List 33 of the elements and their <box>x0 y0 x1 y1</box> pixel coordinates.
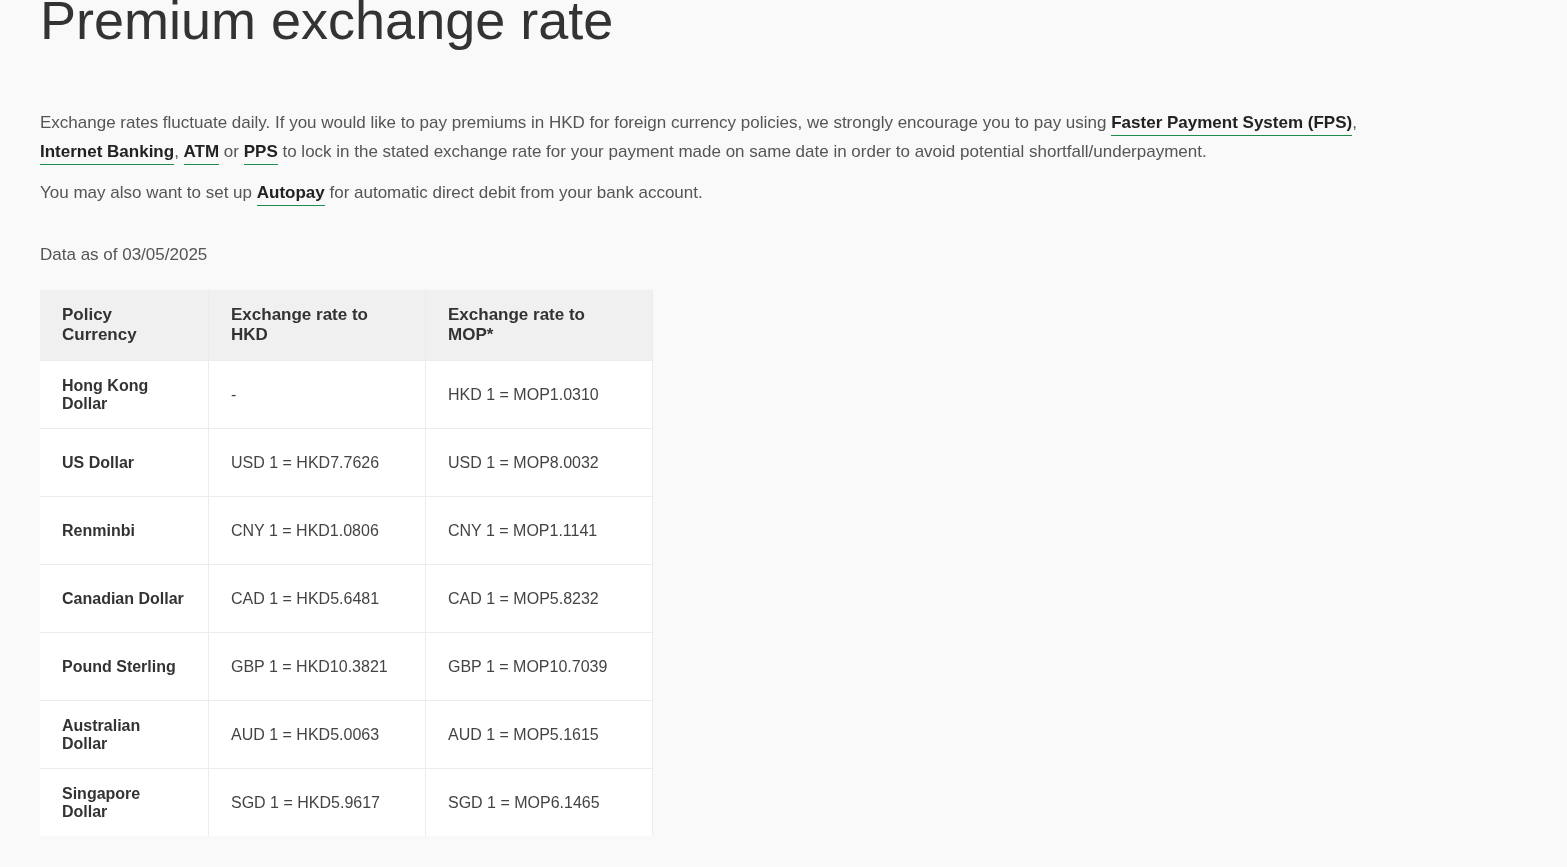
currency-name: Renminbi <box>40 496 209 565</box>
currency-name: US Dollar <box>40 428 209 497</box>
intro-paragraph: You may also want to set up Autopay for automatic direct debit from your bank account. <box>40 178 1460 207</box>
currency-name: Canadian Dollar <box>40 564 209 633</box>
rate-cell: USD 1 = HKD7.7626 <box>208 428 426 497</box>
rate-cell: CAD 1 = MOP5.8232 <box>425 564 653 633</box>
rate-cell: USD 1 = MOP8.0032 <box>425 428 653 497</box>
text-link[interactable]: Internet Banking <box>40 142 175 165</box>
data-date: Data as of 03/05/2025 <box>40 245 209 265</box>
column-header: Exchange rate to HKD <box>208 290 426 361</box>
rate-cell: SGD 1 = MOP6.1465 <box>425 768 653 836</box>
text-link[interactable]: Faster Payment System (FPS) <box>1111 113 1353 136</box>
column-header: Policy Currency <box>40 290 209 361</box>
text-link[interactable]: Autopay <box>256 183 325 206</box>
rate-cell: CNY 1 = MOP1.1141 <box>425 496 653 565</box>
currency-name: Pound Sterling <box>40 632 209 701</box>
rate-cell: GBP 1 = MOP10.7039 <box>425 632 653 701</box>
intro-paragraph: Exchange rates fluctuate daily. If you would like to pay premiums in HKD for foreign currency policies, we strongly encourage you to pay using Faster Payment System (FPS), Internet Banking, ATM or PPS to lock in the stated exchange rate for your payment made on same date in order to avoid potential shortfall/underpayment. <box>40 108 1460 166</box>
currency-name: Singapore Dollar <box>40 768 209 836</box>
text-link[interactable]: PPS <box>243 142 278 165</box>
currency-name: Australian Dollar <box>40 700 209 769</box>
rate-cell: - <box>208 360 426 429</box>
page-title: Premium exchange rate <box>40 0 615 52</box>
rate-cell: GBP 1 = HKD10.3821 <box>208 632 426 701</box>
text-link[interactable]: ATM <box>183 142 220 165</box>
rate-cell: AUD 1 = MOP5.1615 <box>425 700 653 769</box>
rate-cell: CNY 1 = HKD1.0806 <box>208 496 426 565</box>
rate-cell: SGD 1 = HKD5.9617 <box>208 768 426 836</box>
currency-name: Hong Kong Dollar <box>40 360 209 429</box>
rate-cell: AUD 1 = HKD5.0063 <box>208 700 426 769</box>
column-header: Exchange rate to MOP* <box>425 290 653 361</box>
rate-cell: HKD 1 = MOP1.0310 <box>425 360 653 429</box>
rate-cell: CAD 1 = HKD5.6481 <box>208 564 426 633</box>
